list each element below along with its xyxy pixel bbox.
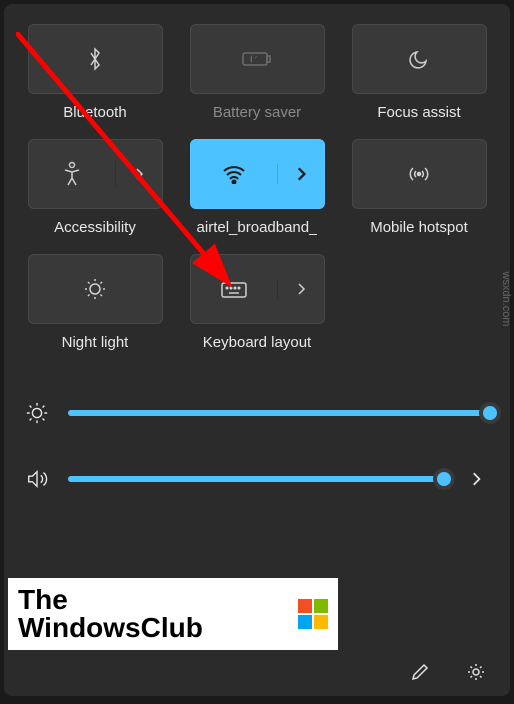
night-light-label: Night light	[62, 334, 129, 351]
accessibility-expand[interactable]	[116, 167, 162, 181]
night-light-icon	[82, 276, 108, 302]
watermark-line1: The	[18, 584, 68, 615]
brightness-icon	[24, 401, 50, 425]
watermark: The WindowsClub	[8, 578, 338, 650]
wifi-tile[interactable]	[190, 139, 325, 209]
keyboard-icon	[220, 279, 248, 299]
watermark-line2: WindowsClub	[18, 612, 203, 643]
quick-settings-panel: Bluetooth Battery saver Focus assist Acc…	[4, 4, 510, 696]
focus-assist-tile[interactable]	[352, 24, 487, 94]
battery-saver-icon	[242, 50, 272, 68]
wifi-icon	[221, 164, 247, 184]
keyboard-layout-label: Keyboard layout	[203, 334, 311, 351]
wifi-label: airtel_broadband_	[197, 219, 318, 236]
gear-icon	[466, 662, 486, 682]
night-light-tile[interactable]	[28, 254, 163, 324]
battery-saver-tile[interactable]	[190, 24, 325, 94]
brightness-row	[24, 401, 490, 425]
mobile-hotspot-tile[interactable]	[352, 139, 487, 209]
accessibility-label: Accessibility	[54, 219, 136, 236]
bluetooth-icon	[85, 45, 105, 73]
chevron-right-icon	[134, 167, 144, 181]
chevron-right-icon	[296, 282, 306, 296]
brightness-slider[interactable]	[68, 410, 490, 416]
volume-row	[24, 467, 490, 491]
moon-icon	[407, 47, 431, 71]
volume-slider[interactable]	[68, 476, 452, 482]
volume-icon	[24, 467, 50, 491]
keyboard-layout-expand[interactable]	[278, 282, 324, 296]
tile-grid: Bluetooth Battery saver Focus assist Acc…	[24, 24, 490, 351]
accessibility-icon	[61, 161, 83, 187]
volume-expand[interactable]	[470, 471, 490, 487]
settings-button[interactable]	[466, 662, 486, 682]
windows-logo-icon	[298, 599, 328, 629]
sliders-section	[24, 401, 490, 491]
accessibility-tile[interactable]	[28, 139, 163, 209]
pencil-icon	[410, 662, 430, 682]
edit-button[interactable]	[410, 662, 430, 682]
mobile-hotspot-label: Mobile hotspot	[370, 219, 468, 236]
side-text: wsxdn.com	[500, 271, 512, 326]
hotspot-icon	[406, 162, 432, 186]
chevron-right-icon	[470, 471, 482, 487]
wifi-expand[interactable]	[278, 166, 324, 182]
bluetooth-tile[interactable]	[28, 24, 163, 94]
battery-saver-label: Battery saver	[213, 104, 301, 121]
footer-icons	[410, 662, 486, 682]
focus-assist-label: Focus assist	[377, 104, 460, 121]
chevron-right-icon	[295, 166, 307, 182]
keyboard-layout-tile[interactable]	[190, 254, 325, 324]
bluetooth-label: Bluetooth	[63, 104, 126, 121]
